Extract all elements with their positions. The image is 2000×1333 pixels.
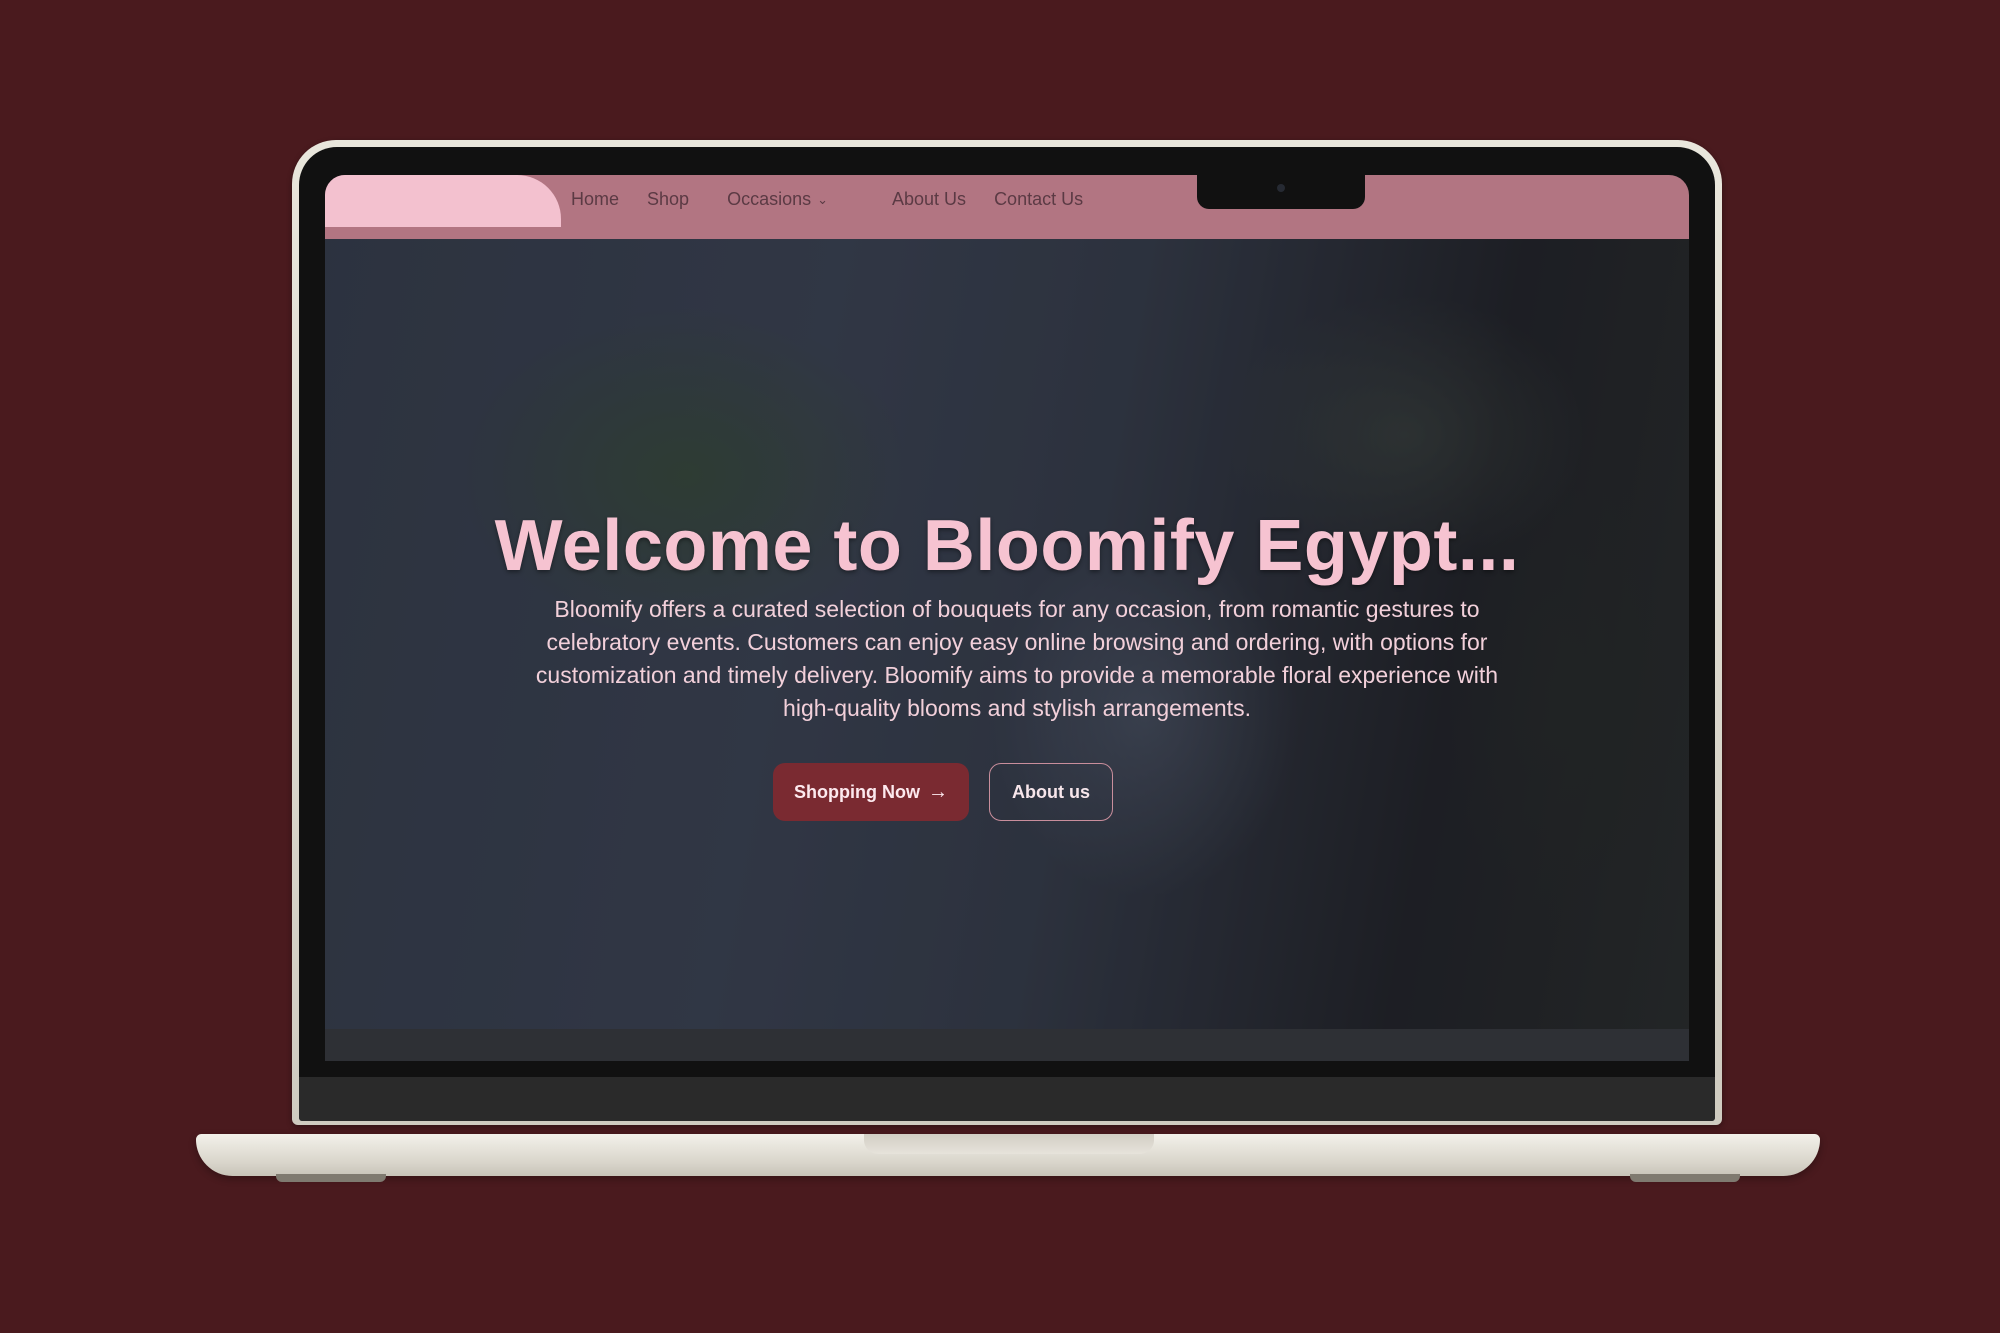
about-us-button[interactable]: About us bbox=[989, 763, 1113, 821]
trackpad-notch bbox=[864, 1134, 1154, 1154]
page-bottom-strip bbox=[325, 1029, 1689, 1061]
navbar: Home Shop Occasions ⌄ About Us Contact U… bbox=[325, 175, 1689, 239]
hero-buttons: Shopping Now → About us bbox=[325, 763, 1689, 821]
nav-contact-us[interactable]: Contact Us bbox=[994, 189, 1083, 210]
nav-links: Home Shop Occasions ⌄ About Us Contact U… bbox=[571, 189, 1111, 210]
nav-shop[interactable]: Shop bbox=[647, 189, 689, 210]
laptop-lid: Home Shop Occasions ⌄ About Us Contact U… bbox=[292, 140, 1722, 1125]
camera-icon bbox=[1277, 184, 1285, 192]
hero-description: Bloomify offers a curated selection of b… bbox=[535, 596, 1499, 721]
nav-occasions-label: Occasions bbox=[727, 189, 812, 209]
nav-occasions-dropdown[interactable]: Occasions ⌄ bbox=[727, 189, 856, 210]
screen-bezel: Home Shop Occasions ⌄ About Us Contact U… bbox=[299, 147, 1715, 1121]
nav-about-us[interactable]: About Us bbox=[892, 189, 966, 210]
shopping-now-button[interactable]: Shopping Now → bbox=[773, 763, 969, 821]
chevron-down-icon: ⌄ bbox=[817, 191, 829, 207]
arrow-right-icon: → bbox=[927, 780, 948, 803]
laptop-foot-right bbox=[1630, 1174, 1740, 1182]
laptop-foot-left bbox=[276, 1174, 386, 1182]
camera-notch bbox=[1197, 175, 1365, 209]
nav-home[interactable]: Home bbox=[571, 189, 619, 210]
website-viewport: Home Shop Occasions ⌄ About Us Contact U… bbox=[325, 175, 1689, 1061]
shopping-now-label: Shopping Now bbox=[794, 781, 920, 802]
hero-title: Welcome to Bloomify Egypt... bbox=[494, 506, 1520, 586]
laptop-base bbox=[196, 1134, 1820, 1182]
logo-tab[interactable] bbox=[325, 175, 561, 227]
screen-chin bbox=[299, 1077, 1715, 1121]
